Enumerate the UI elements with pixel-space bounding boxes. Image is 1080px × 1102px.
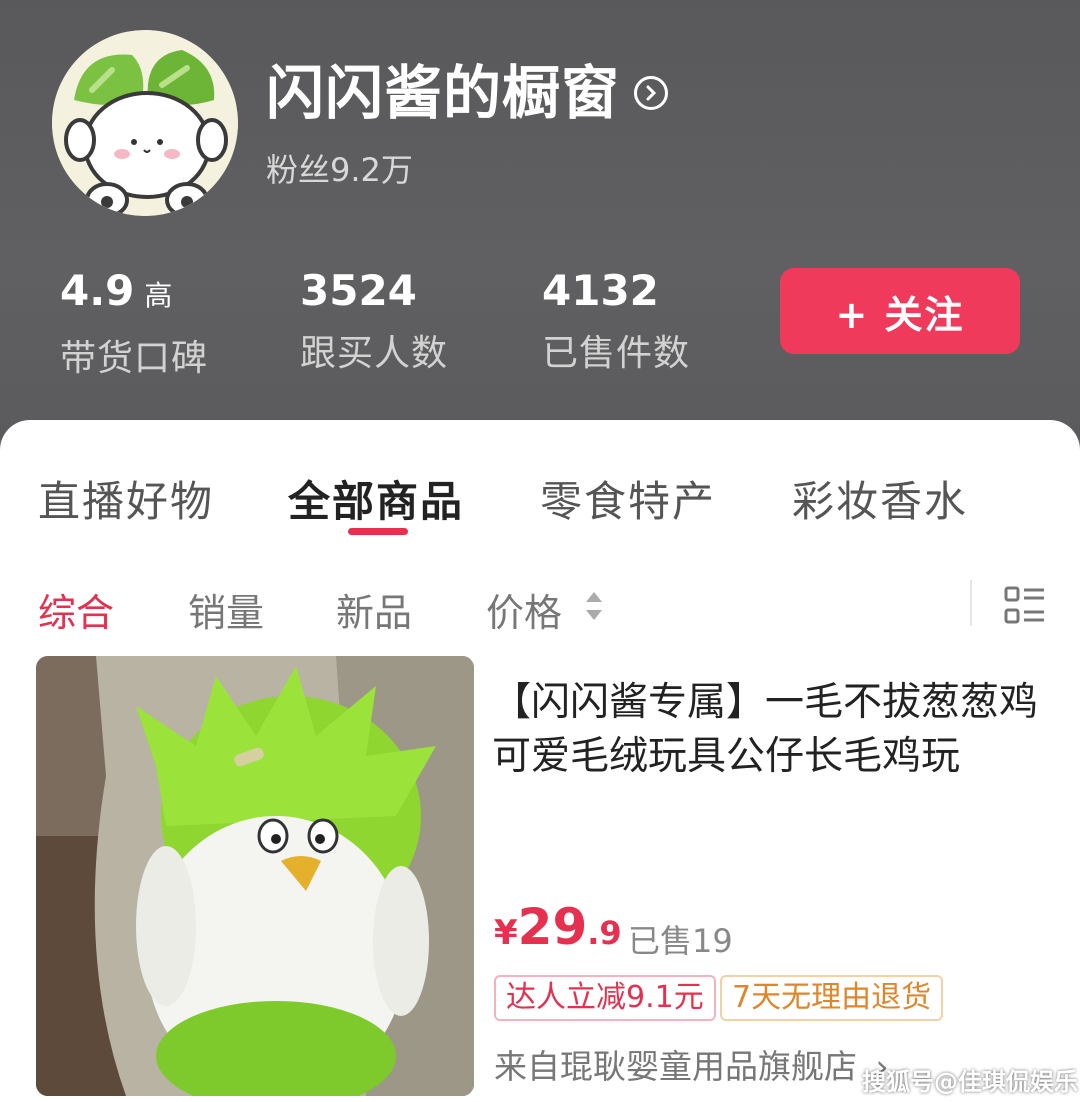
product-price: ¥29.9 (494, 898, 622, 956)
watermark: 搜狐号@佳琪侃娱乐 (862, 1068, 1078, 1096)
sort-new[interactable]: 新品 (336, 582, 412, 637)
store-link[interactable]: 来自琨耿婴童用品旗舰店 › (494, 1040, 889, 1088)
discount-tag: 达人立减9.1元 (494, 975, 716, 1021)
price-decimal: .9 (587, 914, 622, 952)
sort-overall[interactable]: 综合 (38, 582, 114, 637)
product-image[interactable] (36, 656, 474, 1096)
shop-avatar[interactable] (52, 30, 238, 216)
stat-suffix: 高 (144, 279, 173, 312)
shop-title[interactable]: 闪闪酱的橱窗 (266, 58, 669, 128)
tab-cosmetics[interactable]: 彩妆香水 (792, 468, 968, 529)
price-symbol: ¥ (494, 913, 518, 953)
tab-live-goods[interactable]: 直播好物 (38, 468, 214, 529)
sort-price[interactable]: 价格 (486, 582, 562, 637)
product-title[interactable]: 【闪闪酱专属】一毛不拔葱葱鸡可爱毛绒玩具公仔长毛鸡玩 (492, 676, 1052, 784)
stat-reputation: 4.9 高 带货口碑 (60, 268, 208, 381)
stat-followers: 3524 跟买人数 (300, 268, 448, 376)
plush-chicken-image (36, 656, 474, 1096)
avatar-illustration (52, 30, 238, 216)
chevron-right-icon[interactable] (634, 76, 669, 110)
sort-sales[interactable]: 销量 (188, 582, 264, 637)
price-integer: 29 (517, 898, 588, 956)
stat-value: 3524 (300, 266, 417, 315)
store-name: 来自琨耿婴童用品旗舰店 (494, 1047, 857, 1086)
divider (970, 580, 972, 626)
tab-snacks[interactable]: 零食特产 (540, 468, 716, 529)
stat-label: 带货口碑 (60, 338, 209, 379)
sold-count: 已售19 (628, 922, 733, 960)
return-policy-tag: 7天无理由退货 (720, 975, 944, 1021)
stat-value: 4132 (542, 266, 659, 315)
stat-label: 已售件数 (542, 333, 691, 374)
stat-value: 4.9 (60, 266, 135, 315)
active-tab-indicator (348, 528, 408, 535)
sort-arrows-icon[interactable] (584, 590, 604, 626)
shop-title-text: 闪闪酱的橱窗 (266, 59, 621, 127)
follow-button[interactable]: + 关注 (780, 268, 1020, 354)
tab-all-products[interactable]: 全部商品 (288, 468, 464, 529)
fans-count: 粉丝9.2万 (266, 151, 413, 189)
stat-label: 跟买人数 (300, 333, 449, 374)
list-layout-icon[interactable] (1004, 584, 1046, 630)
stat-sold: 4132 已售件数 (542, 268, 690, 376)
